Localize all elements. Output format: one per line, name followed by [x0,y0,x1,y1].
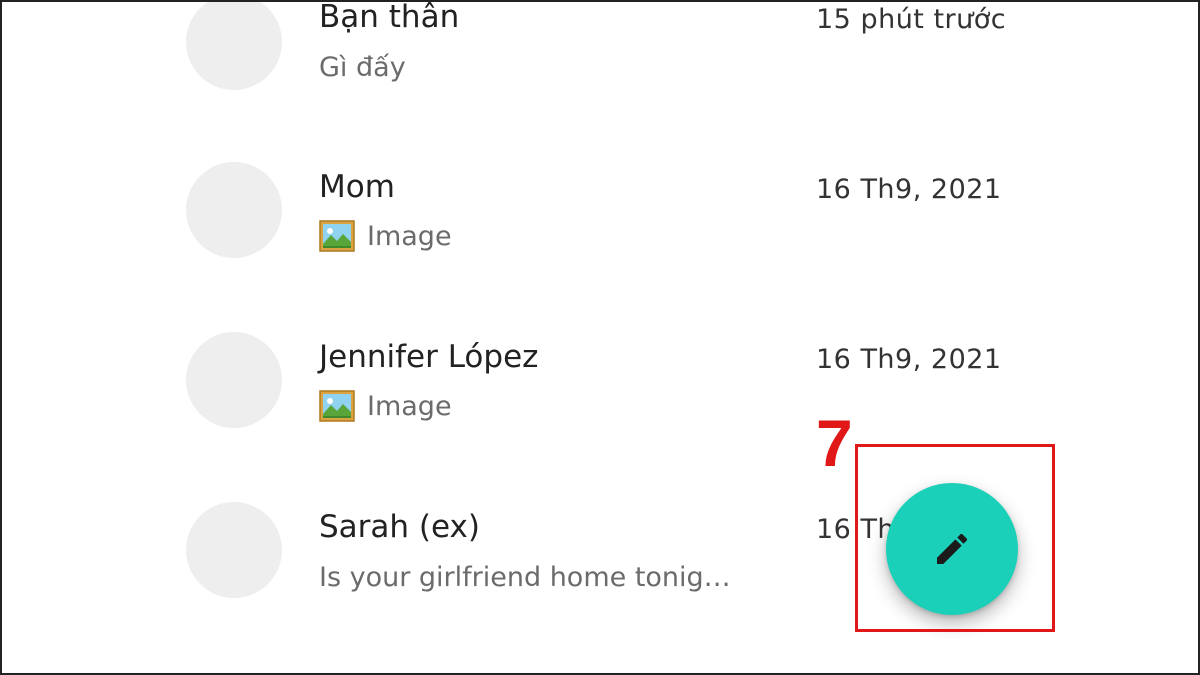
conversation-snippet: Gì đấy [319,54,406,81]
snippet-text: Image [367,220,452,252]
conversation-time: 16 Th9, 2021 [816,174,1002,205]
avatar [186,162,282,258]
conversation-snippet: Is your girlfriend home tonig… [319,564,731,591]
conversation-item[interactable]: Jennifer López Image 16 Th9, 2021 [2,297,1102,467]
conversation-item[interactable]: Bạn thân Gì đấy 15 phút trước [2,0,1102,127]
conversation-name: Jennifer López [319,339,539,375]
conversation-snippet: Image [319,390,452,422]
avatar [186,2,282,90]
avatar [186,332,282,428]
conversation-time: 16 Th [816,514,896,545]
conversation-snippet: Image [319,220,452,252]
avatar [186,502,282,598]
conversation-name: Mom [319,169,395,205]
conversation-time: 15 phút trước [816,4,1007,35]
image-icon [319,220,355,252]
step-number-label: 7 [816,406,853,480]
pencil-icon [932,529,972,569]
image-icon [319,390,355,422]
snippet-text: Image [367,390,452,422]
snippet-text: Gì đấy [319,52,406,83]
conversation-list: Bạn thân Gì đấy 15 phút trước Mom Image … [2,0,1198,673]
conversation-time: 16 Th9, 2021 [816,344,1002,375]
snippet-text: Is your girlfriend home tonig… [319,562,731,593]
conversation-name: Bạn thân [319,0,460,35]
screen-frame: Bạn thân Gì đấy 15 phút trước Mom Image … [0,0,1200,675]
compose-button[interactable] [886,483,1018,615]
conversation-item[interactable]: Mom Image 16 Th9, 2021 [2,127,1102,297]
conversation-name: Sarah (ex) [319,509,480,545]
